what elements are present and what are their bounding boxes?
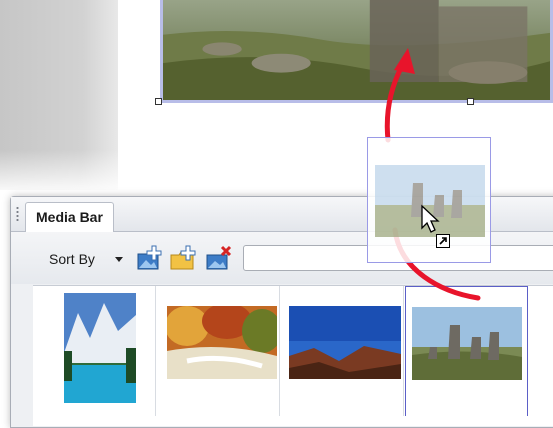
tab-media-bar[interactable]: Media Bar — [25, 202, 114, 232]
canvas-photo-image — [163, 0, 550, 100]
thumbnail-autumn-river[interactable] — [167, 306, 277, 379]
canvas-photo[interactable] — [160, 0, 553, 103]
shortcut-link-icon — [436, 234, 450, 248]
add-photo-icon[interactable] — [135, 244, 163, 272]
remove-photo-icon[interactable] — [205, 244, 233, 272]
resize-handle-bottom-left[interactable] — [155, 98, 162, 105]
thumbnail-mountain-lake[interactable] — [64, 293, 136, 403]
thumbnail-canyon-sky[interactable] — [289, 306, 401, 379]
chevron-down-icon[interactable] — [115, 257, 123, 262]
panel-grip-handle[interactable] — [16, 206, 19, 222]
thumbnail-cell-partial[interactable] — [529, 286, 553, 416]
resize-handle-bottom-right[interactable] — [467, 98, 474, 105]
thumbnail-strip — [33, 285, 553, 426]
sort-by-label[interactable]: Sort By — [49, 251, 95, 267]
add-folder-icon[interactable] — [169, 244, 197, 272]
thumbnail-cell[interactable] — [281, 286, 404, 416]
thumbnail-cell-selected[interactable] — [405, 286, 528, 416]
cursor-arrow-icon — [421, 204, 440, 233]
thumbnail-easter-island-moai[interactable] — [412, 307, 522, 380]
thumbnail-cell[interactable] — [157, 286, 280, 416]
drag-preview — [367, 137, 491, 263]
thumbnail-cell[interactable] — [33, 286, 156, 416]
